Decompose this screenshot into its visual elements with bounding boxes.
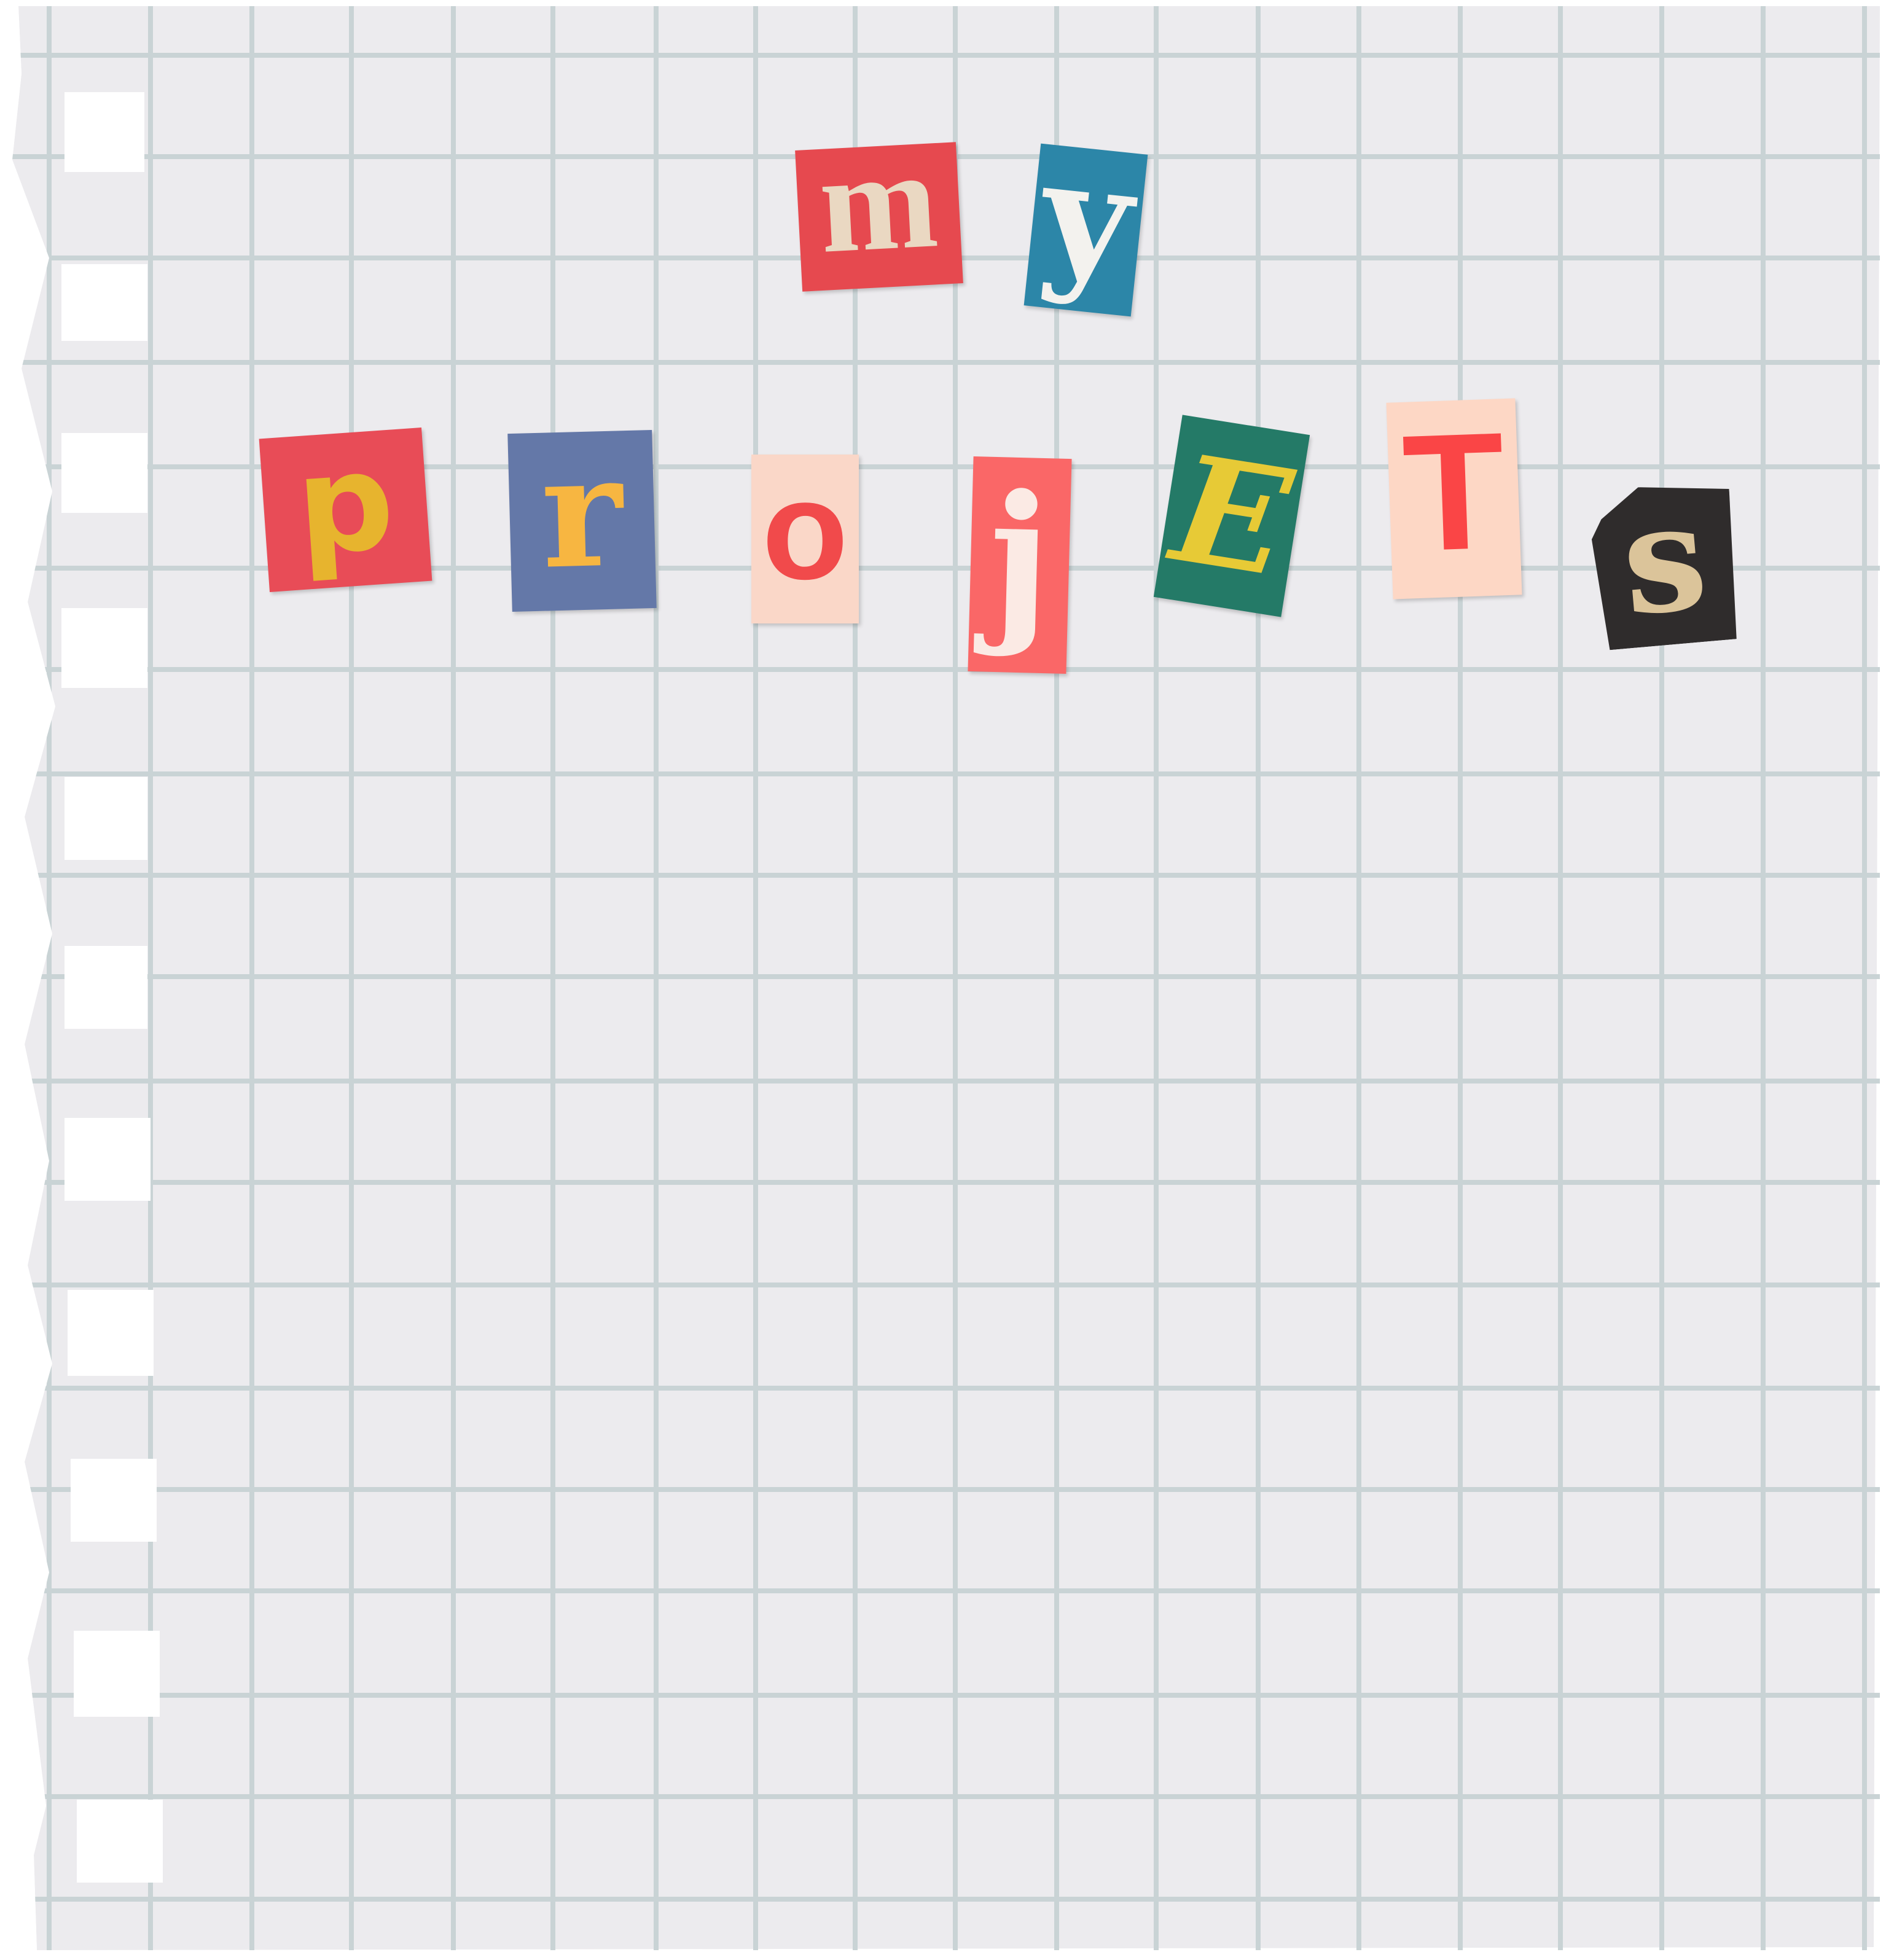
letter-E-text: E bbox=[1162, 421, 1301, 611]
letter-s-text: s bbox=[1615, 469, 1713, 649]
binder-hole bbox=[77, 1800, 163, 1883]
letter-p: p bbox=[259, 421, 432, 592]
letter-p-text: p bbox=[291, 421, 399, 586]
letter-r: r bbox=[507, 420, 657, 612]
letter-j: j bbox=[968, 456, 1072, 674]
letter-o-text: o bbox=[762, 450, 848, 609]
letter-r-text: r bbox=[539, 420, 625, 603]
letter-m-text: m bbox=[815, 120, 942, 283]
binder-hole bbox=[68, 1290, 154, 1376]
binder-hole bbox=[65, 946, 147, 1029]
binder-hole bbox=[65, 92, 144, 172]
letter-T-text: T bbox=[1399, 398, 1508, 587]
binder-hole bbox=[61, 433, 147, 513]
binder-hole bbox=[61, 608, 147, 688]
letter-m: m bbox=[795, 120, 963, 292]
letter-o: o bbox=[751, 455, 859, 623]
grid-paper-sheet bbox=[0, 0, 1880, 1960]
binder-hole bbox=[65, 1118, 151, 1201]
binder-hole bbox=[61, 264, 147, 341]
letter-y: y bbox=[1023, 123, 1148, 317]
letter-y-text: y bbox=[1033, 123, 1141, 313]
binder-hole bbox=[74, 1631, 160, 1717]
binder-hole bbox=[71, 1459, 157, 1542]
letter-j-text: j bbox=[986, 456, 1054, 661]
letter-T: T bbox=[1386, 398, 1522, 599]
binder-hole bbox=[65, 777, 147, 860]
